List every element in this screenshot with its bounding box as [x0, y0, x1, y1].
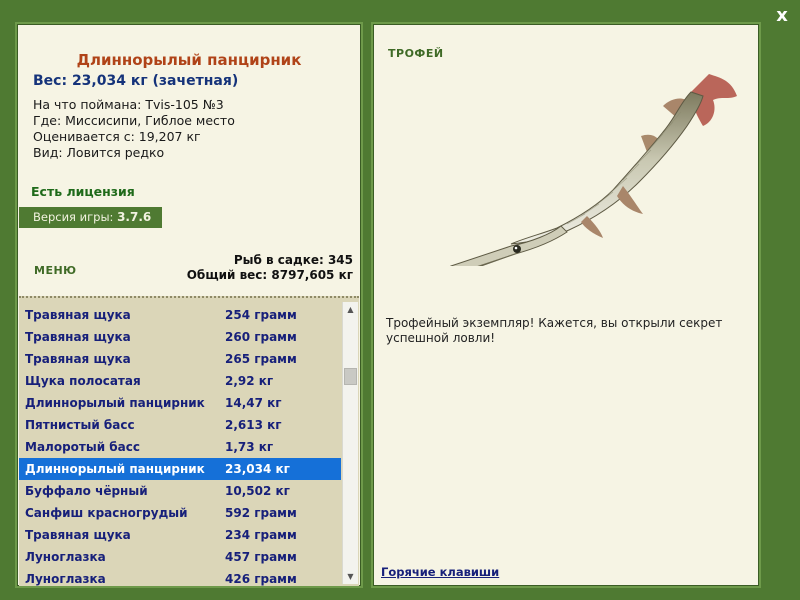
catch-fish-name: Луноглазка: [25, 572, 106, 586]
catch-fish-weight: 1,73 кг: [225, 440, 274, 454]
catch-fish-weight: 23,034 кг: [225, 462, 290, 476]
catch-fish-name: Малоротый басс: [25, 440, 141, 454]
catch-fish-name: Санфиш красногрудый: [25, 506, 188, 520]
catch-fish-name: Пятнистый басс: [25, 418, 135, 432]
valued-from-text: Оценивается с: 19,207 кг: [33, 129, 201, 144]
catch-list-item[interactable]: Травяная щука 265 грамм: [19, 348, 341, 370]
version-number: 3.7.6: [117, 210, 152, 224]
catch-fish-weight: 265 грамм: [225, 352, 297, 366]
fish-name-title: Длиннорылый панцирник: [76, 51, 302, 69]
catch-fish-weight: 10,502 кг: [225, 484, 290, 498]
catch-list-item[interactable]: Буффало чёрный 10,502 кг: [19, 480, 341, 502]
catch-list-item[interactable]: Санфиш красногрудый 592 грамм: [19, 502, 341, 524]
catch-fish-name: Буффало чёрный: [25, 484, 148, 498]
catch-list-item[interactable]: Щука полосатая 2,92 кг: [19, 370, 341, 392]
catch-fish-name: Травяная щука: [25, 308, 131, 322]
catch-list: Травяная щука 254 грамм Травяная щука 260 г…: [19, 304, 341, 586]
catch-list-item[interactable]: Луноглазка 457 грамм: [19, 546, 341, 568]
gar-fish-image: [449, 74, 737, 266]
catch-list-item[interactable]: Травяная щука 234 грамм: [19, 524, 341, 546]
version-label: Версия игры:: [33, 210, 114, 224]
catch-fish-weight: 426 грамм: [225, 572, 297, 586]
catch-fish-name: Длиннорылый панцирник: [25, 462, 205, 476]
catch-fish-weight: 2,92 кг: [225, 374, 274, 388]
caught-with-text: На что поймана: Tvis-105 №3: [33, 97, 224, 112]
catch-list-item[interactable]: Пятнистый басс 2,613 кг: [19, 414, 341, 436]
catch-list-item[interactable]: Длиннорылый панцирник 23,034 кг: [19, 458, 341, 480]
catch-fish-weight: 234 грамм: [225, 528, 297, 542]
catch-fish-weight: 457 грамм: [225, 550, 297, 564]
catch-fish-name: Травяная щука: [25, 352, 131, 366]
trophy-message: Трофейный экземпляр! Кажется, вы открыли…: [386, 316, 723, 345]
fish-in-keepnet: Рыб в садке: 345: [233, 253, 353, 267]
catch-fish-weight: 260 грамм: [225, 330, 297, 344]
catch-list-scrollbar[interactable]: ▲ ▼: [342, 302, 358, 584]
catch-list-item[interactable]: Длиннорылый панцирник 14,47 кг: [19, 392, 341, 414]
species-kind-text: Вид: Ловится редко: [33, 145, 165, 160]
scroll-up-icon[interactable]: ▲: [343, 302, 358, 317]
menu-button[interactable]: МЕНЮ: [34, 264, 77, 277]
catch-fish-weight: 592 грамм: [225, 506, 297, 520]
catch-fish-weight: 254 грамм: [225, 308, 297, 322]
catch-list-area: Травяная щука 254 грамм Травяная щука 260 г…: [19, 296, 359, 586]
game-version-bar: Версия игры: 3.7.6: [19, 207, 162, 228]
hotkeys-link[interactable]: Горячие клавиши: [381, 565, 499, 579]
catch-fish-weight: 2,613 кг: [225, 418, 282, 432]
catch-list-item[interactable]: Луноглазка 426 грамм: [19, 568, 341, 586]
catch-fish-weight: 14,47 кг: [225, 396, 282, 410]
location-text: Где: Миссисипи, Гиблое место: [33, 113, 235, 128]
catch-list-item[interactable]: Травяная щука 254 грамм: [19, 304, 341, 326]
catch-fish-name: Щука полосатая: [25, 374, 141, 388]
close-button[interactable]: x: [773, 6, 791, 26]
total-weight: Общий вес: 8797,605 кг: [186, 268, 353, 282]
scroll-down-icon[interactable]: ▼: [343, 569, 358, 584]
trophy-label: ТРОФЕЙ: [388, 47, 444, 60]
license-status: Есть лицензия: [31, 184, 135, 199]
trophy-panel: ТРОФЕЙ Трофейный экземпляр! Кажется, вы …: [371, 22, 761, 588]
catch-fish-name: Травяная щука: [25, 528, 131, 542]
fish-weight: Вес: 23,034 кг (зачетная): [33, 73, 239, 89]
catch-list-item[interactable]: Малоротый басс 1,73 кг: [19, 436, 341, 458]
catch-fish-name: Травяная щука: [25, 330, 131, 344]
catch-fish-name: Длиннорылый панцирник: [25, 396, 205, 410]
scrollbar-thumb[interactable]: [344, 368, 357, 385]
list-divider: [19, 296, 359, 298]
fish-info-panel: Длиннорылый панцирник Вес: 23,034 кг (за…: [15, 22, 363, 588]
catch-fish-name: Луноглазка: [25, 550, 106, 564]
catch-list-item[interactable]: Травяная щука 260 грамм: [19, 326, 341, 348]
